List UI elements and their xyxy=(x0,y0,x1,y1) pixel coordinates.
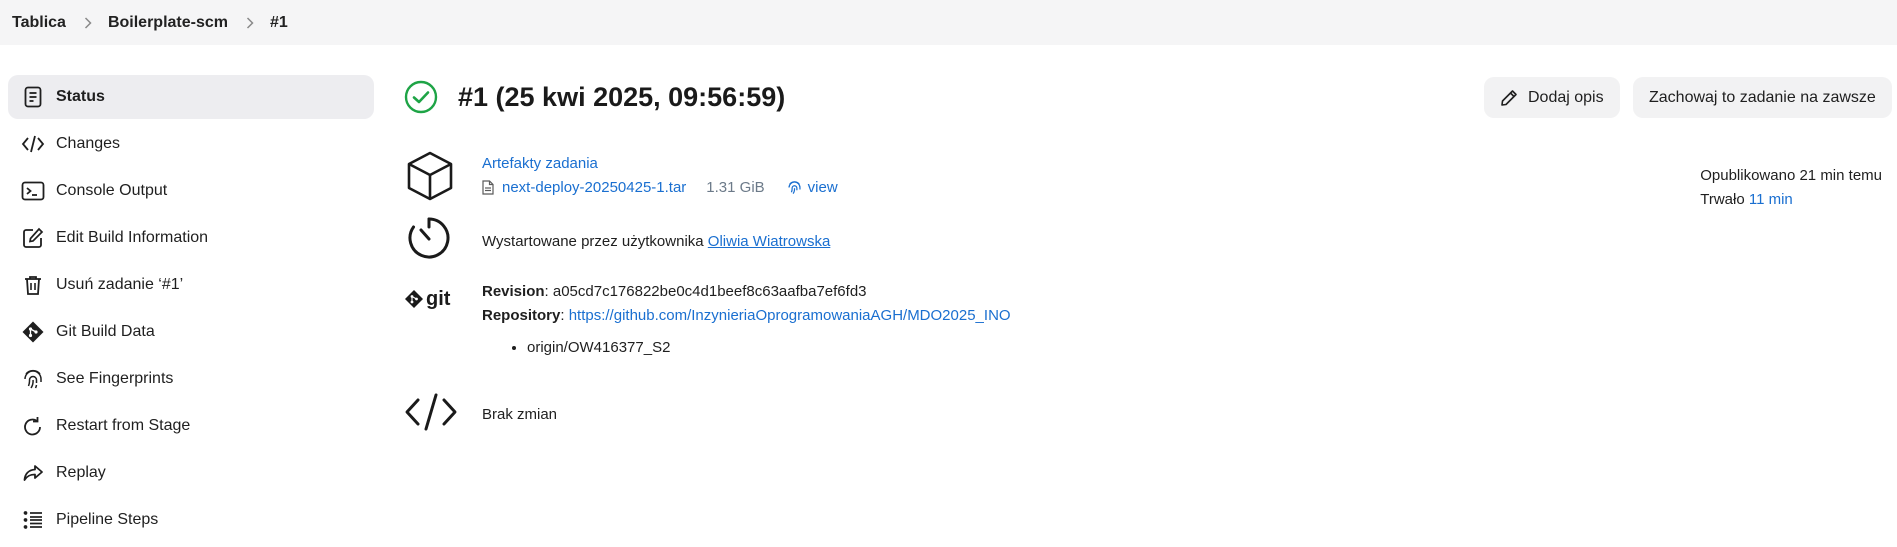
status-document-icon xyxy=(21,85,45,109)
sidebar-item-label: Usuń zadanie ‘#1’ xyxy=(56,276,184,293)
branch-item: origin/OW416377_S2 xyxy=(527,336,1011,360)
breadcrumb-item-dashboard[interactable]: Tablica xyxy=(12,14,66,32)
sidebar-item-changes[interactable]: Changes xyxy=(8,122,374,166)
artifacts-section: Artefakty zadania next-deploy-20250425-1… xyxy=(482,155,838,196)
trash-icon xyxy=(21,273,45,297)
repository-label: Repository xyxy=(482,307,561,324)
user-link[interactable]: Oliwia Wiatrowska xyxy=(708,233,831,250)
file-icon xyxy=(482,180,494,195)
sidebar-item-label: Replay xyxy=(56,464,106,481)
package-icon xyxy=(405,150,455,202)
pipeline-steps-icon xyxy=(21,508,45,532)
duration-link[interactable]: 11 min xyxy=(1749,191,1793,208)
terminal-icon xyxy=(21,179,45,203)
sidebar: Status Changes Console Output Edit Build… xyxy=(8,75,374,545)
pencil-icon xyxy=(1500,89,1518,107)
fingerprint-icon xyxy=(21,367,45,391)
branch-list: origin/OW416377_S2 xyxy=(482,336,1011,360)
sidebar-item-delete-build[interactable]: Usuń zadanie ‘#1’ xyxy=(8,263,374,307)
started-by-label: Wystartowane przez użytkownika xyxy=(482,233,704,250)
sidebar-item-console-output[interactable]: Console Output xyxy=(8,169,374,213)
duration-label: Trwało xyxy=(1700,191,1745,208)
git-section: Revision: a05cd7c176822be0c4d1beef8c63aa… xyxy=(482,280,1011,360)
code-brackets-icon xyxy=(404,392,458,432)
revision-label: Revision xyxy=(482,283,545,300)
page-title: #1 (25 kwi 2025, 09:56:59) xyxy=(458,81,786,112)
artifacts-link[interactable]: Artefakty zadania xyxy=(482,155,838,172)
sidebar-item-pipeline-steps[interactable]: Pipeline Steps xyxy=(8,498,374,542)
artifact-row: next-deploy-20250425-1.tar 1.31 GiB view xyxy=(482,179,838,196)
replay-icon xyxy=(21,461,45,485)
restart-icon xyxy=(21,414,45,438)
revision-line: Revision: a05cd7c176822be0c4d1beef8c63aa… xyxy=(482,283,867,300)
duration-line: Trwało 11 min xyxy=(1700,188,1882,212)
chevron-right-icon xyxy=(246,16,254,29)
git-icon xyxy=(21,320,45,344)
chevron-right-icon xyxy=(84,16,92,29)
sidebar-item-label: Git Build Data xyxy=(56,323,155,340)
sidebar-item-label: Changes xyxy=(56,135,121,152)
add-description-label: Dodaj opis xyxy=(1528,88,1604,106)
sidebar-item-label: Console Output xyxy=(56,182,168,199)
revision-value: a05cd7c176822be0c4d1beef8c63aafba7ef6fd3 xyxy=(552,283,867,300)
repository-link[interactable]: https://github.com/InzynieriaOprogramowa… xyxy=(569,307,1011,324)
breadcrumb: Tablica Boilerplate-scm #1 xyxy=(0,0,1897,45)
sidebar-item-edit-build-information[interactable]: Edit Build Information xyxy=(8,216,374,260)
build-header: #1 (25 kwi 2025, 09:56:59) xyxy=(404,75,785,119)
sidebar-item-restart-from-stage[interactable]: Restart from Stage xyxy=(8,404,374,448)
sidebar-item-git-build-data[interactable]: Git Build Data xyxy=(8,310,374,354)
add-description-button[interactable]: Dodaj opis xyxy=(1484,77,1620,118)
sidebar-item-see-fingerprints[interactable]: See Fingerprints xyxy=(8,357,374,401)
breadcrumb-item-job[interactable]: Boilerplate-scm xyxy=(108,14,228,32)
success-check-icon xyxy=(404,80,438,114)
edit-icon xyxy=(21,226,45,250)
sidebar-item-label: Edit Build Information xyxy=(56,229,209,246)
git-logo-text: git xyxy=(426,288,451,310)
fingerprint-icon xyxy=(787,180,802,195)
view-fingerprint-link[interactable]: view xyxy=(808,179,838,196)
sidebar-item-replay[interactable]: Replay xyxy=(8,451,374,495)
sidebar-item-label: Restart from Stage xyxy=(56,417,191,434)
sidebar-item-label: See Fingerprints xyxy=(56,370,174,387)
keep-forever-label: Zachowaj to zadanie na zawsze xyxy=(1649,88,1876,106)
timer-icon xyxy=(405,214,453,262)
artifact-file-link[interactable]: next-deploy-20250425-1.tar xyxy=(502,179,686,196)
breadcrumb-item-build[interactable]: #1 xyxy=(270,14,288,32)
git-logo-icon: git xyxy=(403,286,459,316)
started-by-text: Wystartowane przez użytkownika Oliwia Wi… xyxy=(482,233,830,250)
repository-line: Repository: https://github.com/Inzynieri… xyxy=(482,307,1011,324)
sidebar-item-status[interactable]: Status xyxy=(8,75,374,119)
published-time: Opublikowano 21 min temu xyxy=(1700,167,1882,184)
code-brackets-icon xyxy=(21,132,45,156)
sidebar-item-label: Status xyxy=(56,88,105,105)
keep-forever-button[interactable]: Zachowaj to zadanie na zawsze xyxy=(1633,77,1892,118)
artifact-file-size: 1.31 GiB xyxy=(706,179,765,196)
build-meta: Opublikowano 21 min temu Trwało 11 min xyxy=(1700,164,1882,212)
no-changes-text: Brak zmian xyxy=(482,406,558,423)
sidebar-item-label: Pipeline Steps xyxy=(56,511,159,528)
